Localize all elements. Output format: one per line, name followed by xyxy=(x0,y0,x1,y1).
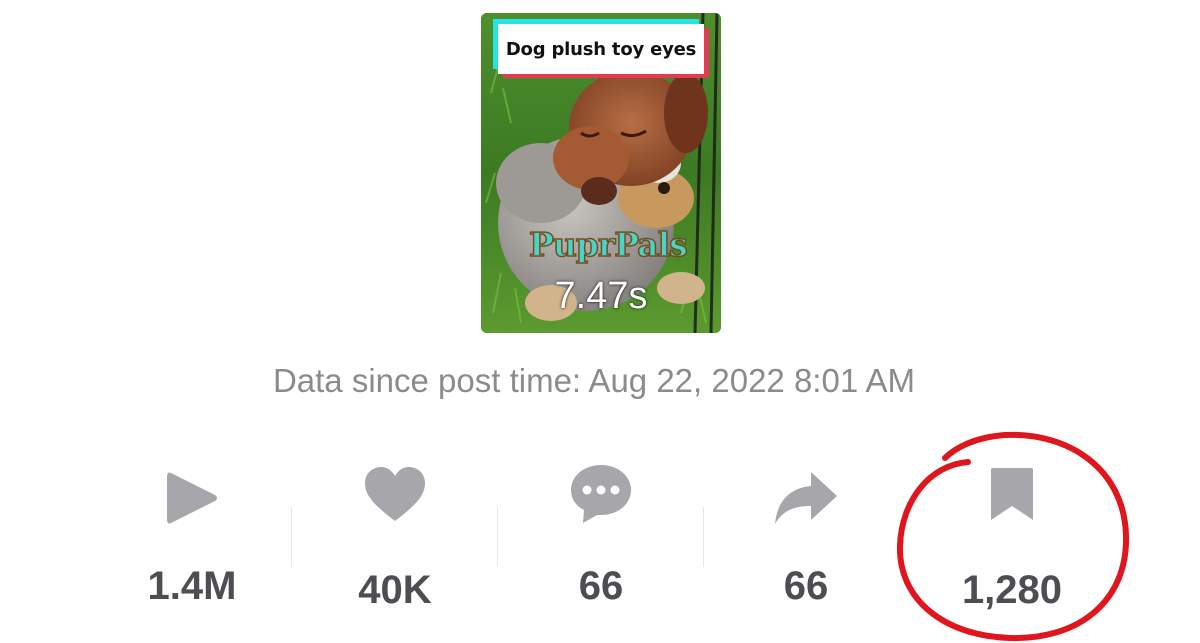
data-since-label: Data since post time: Aug 22, 2022 8:01 … xyxy=(272,362,916,399)
comment-icon xyxy=(501,454,701,534)
saves-count: 1,280 xyxy=(961,568,1063,612)
share-icon xyxy=(706,458,906,538)
stat-divider xyxy=(703,507,704,567)
comments-count: 66 xyxy=(578,564,624,608)
stat-comments: 66 xyxy=(501,450,701,630)
shares-count: 66 xyxy=(783,564,829,608)
plays-count: 1.4M xyxy=(147,564,237,608)
video-thumbnail[interactable]: Dog plush toy eyes PuprPals 7.47s xyxy=(481,13,721,333)
stat-divider xyxy=(497,507,498,567)
brand-logo: PuprPals xyxy=(528,224,688,265)
video-duration: 7.47s xyxy=(554,275,648,317)
stat-plays: 1.4M xyxy=(92,450,292,630)
stat-saves: 1,280 xyxy=(912,450,1112,630)
video-caption: Dog plush toy eyes xyxy=(505,38,697,60)
stat-shares: 66 xyxy=(706,450,906,630)
video-analytics-page: Dog plush toy eyes PuprPals 7.47s Data s… xyxy=(0,0,1200,643)
bookmark-icon xyxy=(912,454,1112,534)
likes-count: 40K xyxy=(358,568,432,612)
video-caption-box: Dog plush toy eyes xyxy=(493,19,713,78)
caption-background: Dog plush toy eyes xyxy=(498,24,704,74)
stat-divider xyxy=(291,507,292,567)
heart-icon xyxy=(295,454,495,534)
stat-likes: 40K xyxy=(295,450,495,630)
play-icon xyxy=(92,458,292,538)
